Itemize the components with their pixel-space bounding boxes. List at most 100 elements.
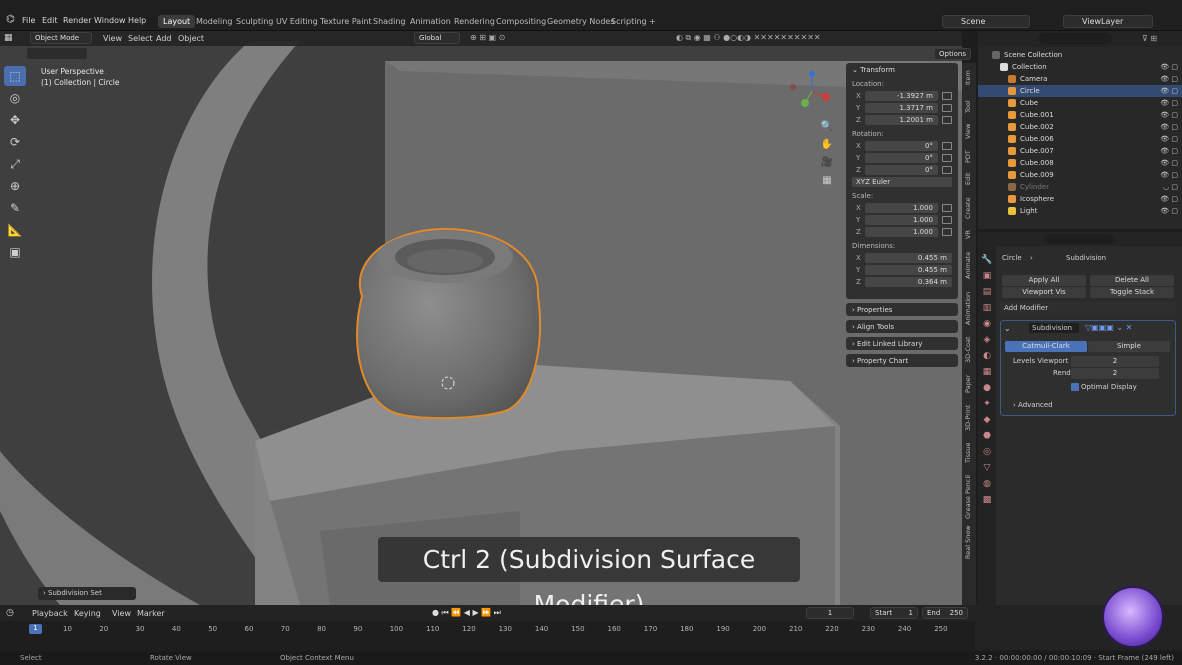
timeline-menu-playback[interactable]: Playback (32, 609, 68, 618)
optimal-display-checkbox[interactable] (1071, 383, 1079, 391)
location-y[interactable]: Y 1.3717 m (852, 102, 952, 113)
last-operator-panel[interactable]: › Subdivision Set (38, 587, 136, 600)
viewport-menu-add[interactable]: Add (156, 34, 172, 43)
viewport-menu-select[interactable]: Select (128, 34, 153, 43)
transform-orientation[interactable]: Global (414, 32, 460, 44)
tab-3d-print[interactable]: 3D-Print (964, 405, 972, 431)
outliner-item[interactable]: Cube.006 (978, 133, 1182, 145)
pivot-icon[interactable]: ⊕ ⊞ ▣ ⊙ (470, 33, 505, 42)
tab-shading[interactable]: Shading (373, 17, 406, 26)
tab-tool[interactable]: Tool (964, 100, 972, 113)
properties-section[interactable]: › Properties (846, 303, 958, 316)
property-chart-section[interactable]: › Property Chart (846, 354, 958, 367)
apply-all-button[interactable]: Apply All (1002, 275, 1086, 286)
scene-selector[interactable]: Scene (942, 15, 1030, 28)
delete-all-button[interactable]: Delete All (1090, 275, 1174, 286)
ortho-grid-icon[interactable]: ▦ (819, 172, 835, 190)
menu-window[interactable]: Window (94, 16, 126, 25)
viewport-menu-object[interactable]: Object (178, 34, 204, 43)
outliner-search-input[interactable] (1038, 33, 1112, 44)
timeline-editor-icon[interactable]: ◷ (6, 608, 14, 618)
dimension-x[interactable]: X 0.455 m (852, 252, 952, 263)
timeline-track[interactable]: 1 10 20 30 40 50 60 70 80 90 100 110 120 130 140 150 16… (0, 621, 975, 650)
catmull-clark-button[interactable]: Catmull-Clark (1005, 341, 1087, 352)
toggle-stack-button[interactable]: Toggle Stack (1090, 287, 1174, 298)
tab-rendering[interactable]: Rendering (454, 17, 495, 26)
outliner-item-hidden[interactable]: Cylinder (978, 181, 1182, 193)
rotation-mode-select[interactable]: XYZ Euler (852, 176, 952, 187)
tab-animation[interactable]: Animation (964, 292, 972, 325)
render-levels-field[interactable]: 2 (1071, 368, 1159, 379)
view-layer-selector[interactable]: ViewLayer (1063, 15, 1153, 28)
tab-texture-paint[interactable]: Texture Paint (320, 17, 372, 26)
outliner-item[interactable]: Icosphere (978, 193, 1182, 205)
zoom-icon[interactable]: 🔍 (819, 118, 835, 136)
edit-linked-library-section[interactable]: › Edit Linked Library (846, 337, 958, 350)
add-cube-tool-icon[interactable]: ▣ (4, 242, 26, 262)
tab-create[interactable]: Create (964, 197, 972, 219)
tab-uv-editing[interactable]: UV Editing (276, 17, 318, 26)
scale-tool-icon[interactable]: ⤢ (4, 154, 26, 174)
dimension-y[interactable]: Y 0.455 m (852, 264, 952, 275)
collapse-icon[interactable]: ⌄ (1004, 324, 1011, 333)
tab-compositing[interactable]: Compositing (496, 17, 546, 26)
add-modifier-dropdown[interactable]: Add Modifier (1000, 302, 1176, 315)
simple-button[interactable]: Simple (1088, 341, 1170, 352)
tab-vr[interactable]: VR (964, 230, 972, 239)
start-frame-field[interactable]: Start 1 (870, 607, 918, 619)
blender-logo-icon[interactable]: ⌬ (6, 14, 15, 25)
viewport-menu-view[interactable]: View (103, 34, 122, 43)
outliner-item[interactable]: Light (978, 205, 1182, 217)
outliner-item[interactable]: Cube (978, 97, 1182, 109)
viewport-vis-button[interactable]: Viewport Vis (1002, 287, 1086, 298)
outliner-scene-collection[interactable]: Scene Collection (978, 49, 1182, 61)
add-workspace-button[interactable]: + (649, 17, 656, 26)
timeline-menu-view[interactable]: View (112, 609, 131, 618)
location-x[interactable]: X -1.3927 m (852, 90, 952, 101)
outliner-item[interactable]: Cube.007 (978, 145, 1182, 157)
move-tool-icon[interactable]: ✥ (4, 110, 26, 130)
modifier-toggle-icons[interactable]: ▽▣▣▣ ⌄ ✕ (1085, 323, 1132, 332)
outliner-item[interactable]: Cube.002 (978, 121, 1182, 133)
properties-search-input[interactable] (1044, 234, 1114, 244)
options-button[interactable]: Options (934, 48, 972, 60)
tab-tissue[interactable]: Tissue (964, 443, 972, 463)
menu-render[interactable]: Render (63, 16, 91, 25)
tab-pdt[interactable]: PDT (964, 150, 972, 163)
select-box-tool-icon[interactable]: ⬚ (4, 66, 26, 86)
tab-animate[interactable]: Animate (964, 252, 972, 279)
timeline-menu-keying[interactable]: Keying (74, 609, 101, 618)
rotate-tool-icon[interactable]: ⟳ (4, 132, 26, 152)
outliner-item[interactable]: Camera (978, 73, 1182, 85)
tab-view[interactable]: View (964, 124, 972, 139)
scale-y[interactable]: Y 1.000 (852, 214, 952, 225)
transform-header[interactable]: ⌄ Transform (852, 66, 952, 74)
tab-paper[interactable]: Paper (964, 375, 972, 393)
tab-3d-coat[interactable]: 3D-Coat (964, 336, 972, 363)
tab-modeling[interactable]: Modeling (196, 17, 232, 26)
shading-icons[interactable]: ◐ ⧉ ◉ ▦ ⚇ ●○◐◑ ✕✕✕✕✕✕✕✕✕✕ (676, 33, 821, 43)
menu-edit[interactable]: Edit (42, 16, 58, 25)
annotate-tool-icon[interactable]: ✎ (4, 198, 26, 218)
align-tools-section[interactable]: › Align Tools (846, 320, 958, 333)
menu-help[interactable]: Help (128, 16, 146, 25)
transform-tool-icon[interactable]: ⊕ (4, 176, 26, 196)
visibility-icons[interactable]: 👁 ▢ 👁 ▢ 👁 ▢ 👁 ▢ 👁 ▢ 👁 ▢ 👁 ▢ 👁 ▢ 👁 ▢ 👁 ▢ ◡ ▢ 👁 ▢ 👁 ▢ (1154, 61, 1178, 217)
outliner-item[interactable]: Cube.008 (978, 157, 1182, 169)
selection-mode-buttons[interactable] (27, 48, 87, 59)
mode-selector[interactable]: Object Mode (30, 32, 92, 44)
camera-view-icon[interactable]: 🎥 (819, 154, 835, 172)
playhead[interactable]: 1 (29, 624, 42, 634)
outliner-item[interactable]: Collection (978, 61, 1182, 73)
rotation-x[interactable]: X 0° (852, 140, 952, 151)
dimension-z[interactable]: Z 0.364 m (852, 276, 952, 287)
rotation-y[interactable]: Y 0° (852, 152, 952, 163)
filter-icon[interactable]: ⊽ ⊞ (1142, 34, 1157, 43)
cursor-tool-icon[interactable]: ◎ (4, 88, 26, 108)
playback-controls[interactable]: ● ⏮ ⏪ ◀ ▶ ⏩ ⏭ (432, 608, 501, 618)
location-z[interactable]: Z 1.2001 m (852, 114, 952, 125)
editor-type-icon[interactable]: ▦ (4, 33, 13, 43)
tab-item[interactable]: Item (964, 70, 972, 85)
modifier-name-field[interactable]: Subdivision (1029, 323, 1079, 333)
outliner-item[interactable]: Cube.001 (978, 109, 1182, 121)
